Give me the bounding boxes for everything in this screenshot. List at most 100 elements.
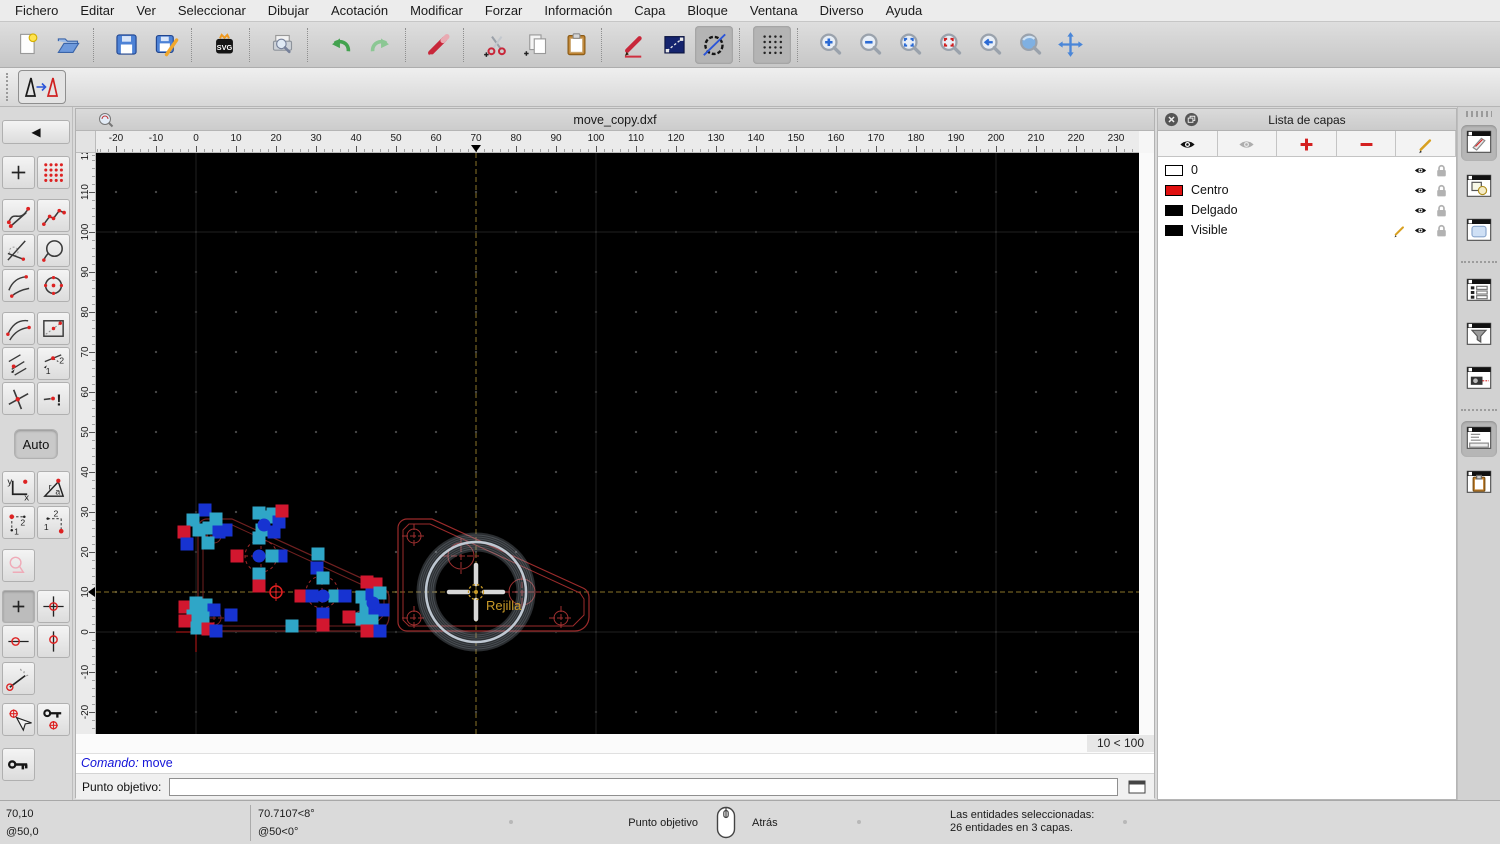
layer-row-Visible[interactable]: Visible — [1158, 220, 1456, 240]
clipboard-dock-button[interactable] — [1461, 465, 1497, 501]
snap-endpoint-tool-button[interactable] — [2, 347, 35, 380]
show-all-layers-button[interactable] — [1158, 131, 1218, 157]
layer-lock-icon[interactable] — [1433, 163, 1450, 178]
command-window-toggle-button[interactable] — [1126, 779, 1148, 795]
polyline-tool-button[interactable] — [37, 199, 70, 232]
restrict-vertical-tool-button[interactable] — [37, 625, 70, 658]
drawing-canvas[interactable]: Rejilla — [96, 153, 1139, 734]
menu-item-10[interactable]: Bloque — [676, 0, 738, 22]
print-preview-button[interactable] — [263, 26, 301, 64]
plotter-dock-button[interactable] — [1461, 361, 1497, 397]
library-browser-dock-button[interactable] — [1461, 213, 1497, 249]
filter-dock-button[interactable] — [1461, 317, 1497, 353]
cut-button[interactable] — [477, 26, 515, 64]
layer-visibility-icon[interactable] — [1412, 163, 1429, 178]
eraser-button[interactable] — [419, 26, 457, 64]
layer-row-Delgado[interactable]: Delgado — [1158, 200, 1456, 220]
zoom-selected-button[interactable] — [931, 26, 969, 64]
hide-all-layers-button[interactable] — [1218, 131, 1278, 157]
snap-manual-tool-button[interactable]: ! — [37, 382, 70, 415]
zoom-out-button[interactable] — [851, 26, 889, 64]
restrict-horizontal-tool-button[interactable] — [2, 625, 35, 658]
menu-item-7[interactable]: Forzar — [474, 0, 534, 22]
layer-visibility-icon[interactable] — [1412, 203, 1429, 218]
layer-lock-icon[interactable] — [1433, 203, 1450, 218]
pencil-edit-button[interactable] — [615, 26, 653, 64]
tangent-tool-button[interactable] — [2, 234, 35, 267]
lock-tool-button[interactable] — [2, 748, 35, 781]
layer-lock-icon[interactable] — [1433, 223, 1450, 238]
redo-button[interactable] — [361, 26, 399, 64]
menu-item-1[interactable]: Editar — [69, 0, 125, 22]
snap-distance-tool-button[interactable]: 12 — [37, 347, 70, 380]
menu-item-12[interactable]: Diverso — [809, 0, 875, 22]
angle-tool-button[interactable] — [2, 662, 35, 695]
ellipse-slash-button[interactable] — [695, 25, 733, 64]
circle-tool-button[interactable] — [37, 234, 70, 267]
restrict-nothing-tool-button[interactable] — [2, 549, 35, 582]
undo-button[interactable] — [321, 26, 359, 64]
toolbar-handle[interactable] — [6, 73, 12, 101]
layer-visibility-icon[interactable] — [1412, 183, 1429, 198]
coord-cartesian-tool-button[interactable]: yx — [2, 471, 35, 504]
menu-item-0[interactable]: Fichero — [4, 0, 69, 22]
block-list-dock-button[interactable] — [1461, 169, 1497, 205]
save-as-button[interactable] — [147, 26, 185, 64]
command-window-dock-button[interactable] — [1461, 421, 1497, 457]
menu-item-13[interactable]: Ayuda — [875, 0, 934, 22]
points-grid-tool-button[interactable] — [37, 156, 70, 189]
layer-row-Centro[interactable]: Centro — [1158, 180, 1456, 200]
zoom-previous-button[interactable] — [971, 26, 1009, 64]
grid-toggle-button[interactable] — [753, 25, 791, 64]
zoom-auto-button[interactable] — [891, 26, 929, 64]
menu-item-11[interactable]: Ventana — [739, 0, 809, 22]
snap-plus-tool-button[interactable] — [2, 590, 35, 623]
menu-item-6[interactable]: Modificar — [399, 0, 474, 22]
select-target-tool-button[interactable] — [2, 703, 35, 736]
arc-continue-tool-button[interactable] — [2, 312, 35, 345]
add-layer-button[interactable] — [1277, 131, 1337, 157]
layer-list-dock-button[interactable] — [1461, 125, 1497, 161]
menu-item-2[interactable]: Ver — [125, 0, 167, 22]
rect-snap-tool-button[interactable] — [37, 312, 70, 345]
point-target-input[interactable] — [169, 777, 1118, 796]
menu-item-3[interactable]: Seleccionar — [167, 0, 257, 22]
arc-tool-button[interactable] — [2, 269, 35, 302]
auto-button[interactable]: Auto — [14, 429, 58, 459]
open-file-button[interactable] — [49, 26, 87, 64]
export-svg-button[interactable]: SVG — [205, 26, 243, 64]
zoom-window-button[interactable] — [1011, 26, 1049, 64]
copy-button[interactable] — [517, 26, 555, 64]
explode-box-button[interactable] — [655, 26, 693, 64]
ref-21-tool-button[interactable]: 21 — [37, 506, 70, 539]
remove-layer-button[interactable] — [1337, 131, 1397, 157]
layer-row-0[interactable]: 0 — [1158, 160, 1456, 180]
lock-target-tool-button[interactable] — [37, 703, 70, 736]
menu-item-5[interactable]: Acotación — [320, 0, 399, 22]
spline-tool-button[interactable] — [2, 199, 35, 232]
layer-lock-icon[interactable] — [1433, 183, 1450, 198]
menu-item-8[interactable]: Información — [533, 0, 623, 22]
save-button[interactable] — [107, 26, 145, 64]
layer-visibility-icon[interactable] — [1412, 223, 1429, 238]
zoom-pan-button[interactable] — [1051, 26, 1089, 64]
coord-polar-tool-button[interactable]: ra — [37, 471, 70, 504]
ref-12-tool-button[interactable]: 21 — [2, 506, 35, 539]
zoom-in-button[interactable] — [811, 26, 849, 64]
back-arrow-button[interactable]: ◀ — [2, 120, 70, 144]
snap-intersection-tool-button[interactable] — [2, 382, 35, 415]
layers-panel-titlebar[interactable]: Lista de capas — [1158, 109, 1456, 131]
new-file-button[interactable] — [9, 26, 47, 64]
paste-button[interactable] — [557, 26, 595, 64]
circle-center-tool-button[interactable] — [37, 269, 70, 302]
dock-handle[interactable] — [1466, 111, 1492, 117]
menu-item-4[interactable]: Dibujar — [257, 0, 320, 22]
edit-layer-button[interactable] — [1396, 131, 1456, 157]
menu-item-9[interactable]: Capa — [623, 0, 676, 22]
canvas-drawing[interactable]: Rejilla — [96, 153, 1139, 734]
document-titlebar[interactable]: move_copy.dxf — [76, 109, 1154, 131]
point-tool-button[interactable] — [2, 156, 35, 189]
entity-list-dock-button[interactable] — [1461, 273, 1497, 309]
snap-crosshair-tool-button[interactable] — [37, 590, 70, 623]
move-copy-button[interactable] — [18, 70, 66, 104]
